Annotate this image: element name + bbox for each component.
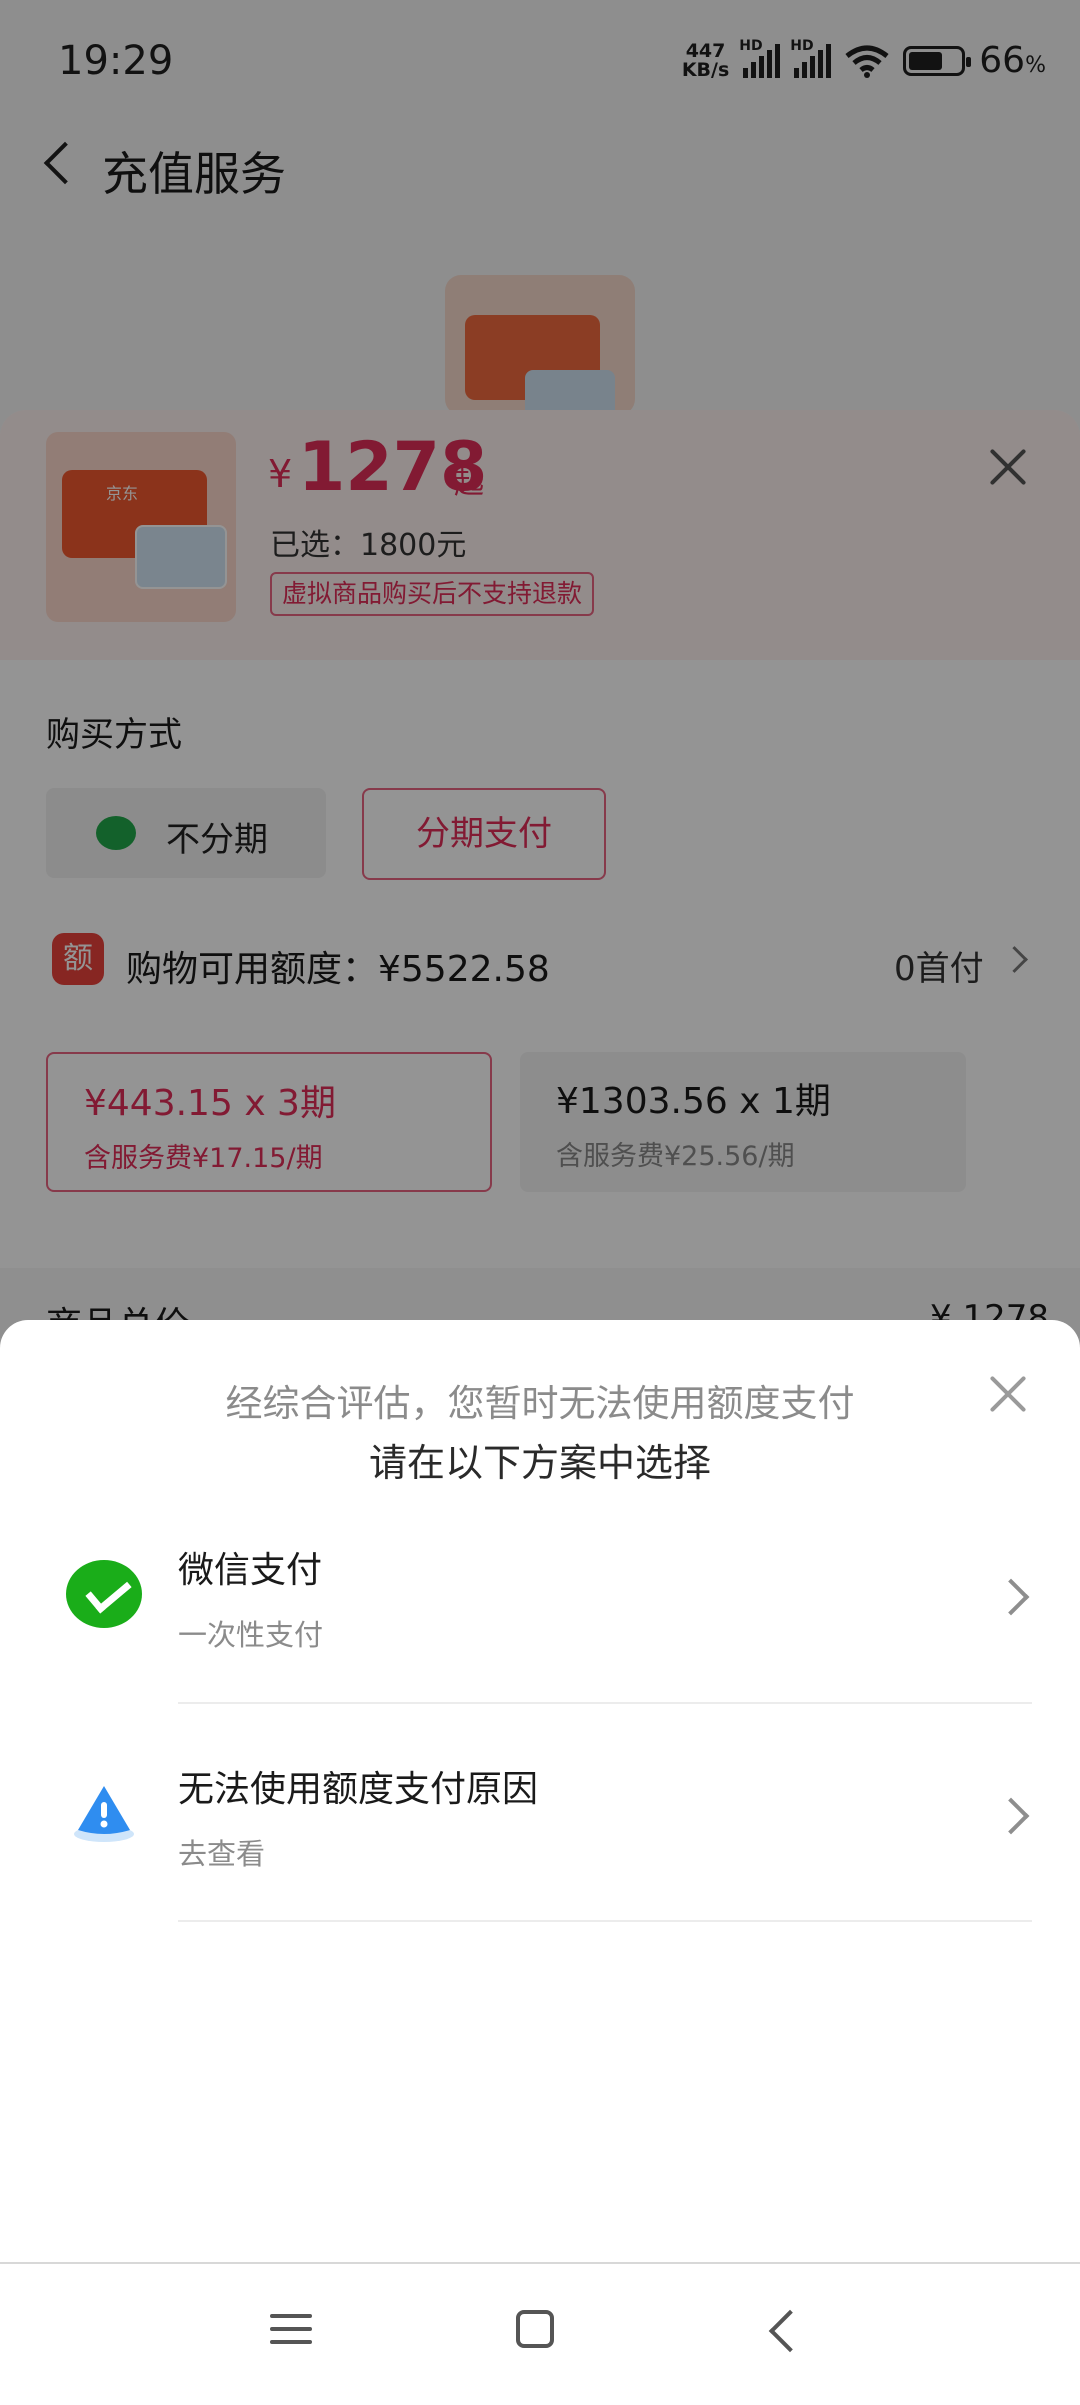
dialog-message: 经综合评估，您暂时无法使用额度支付 [225, 1382, 855, 1425]
divider [178, 1702, 1032, 1704]
dialog-subtitle: 请在以下方案中选择 [368, 1441, 711, 1485]
credit-reason-title: 无法使用额度支付原因 [178, 1769, 539, 1810]
wechat-pay-option[interactable] [0, 1486, 1080, 1704]
menu-icon[interactable] [270, 2314, 312, 2353]
wechat-pay-desc: 一次性支付 [178, 1618, 324, 1652]
warning-icon [74, 1786, 134, 1842]
wechat-pay-icon [66, 1560, 142, 1628]
wechat-pay-title: 微信支付 [178, 1550, 323, 1591]
credit-reason-option[interactable] [0, 1705, 1080, 1923]
home-icon[interactable] [516, 2310, 554, 2348]
credit-reason-desc: 去查看 [178, 1837, 266, 1871]
close-icon[interactable] [988, 1372, 1032, 1416]
divider [178, 1920, 1032, 1922]
